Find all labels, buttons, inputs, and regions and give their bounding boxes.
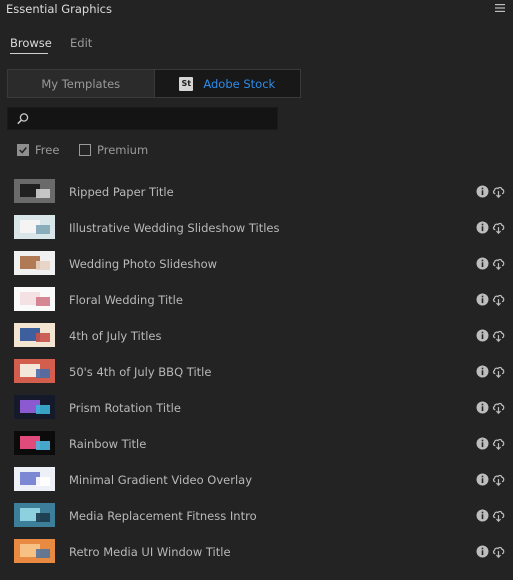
template-thumbnail[interactable] (14, 251, 55, 275)
template-row[interactable]: 50's 4th of July BBQ Title (0, 354, 513, 390)
cloud-download-icon[interactable] (492, 257, 505, 271)
cloud-download-icon[interactable] (492, 509, 505, 523)
filter-free[interactable]: Free (17, 143, 59, 157)
info-icon[interactable] (476, 545, 489, 558)
template-thumbnail[interactable] (14, 431, 55, 455)
template-title[interactable]: Rainbow Title (69, 437, 146, 451)
my-templates-button[interactable]: My Templates (8, 70, 155, 97)
premium-label: Premium (97, 143, 149, 157)
template-title[interactable]: Floral Wedding Title (69, 293, 183, 307)
template-title[interactable]: Media Replacement Fitness Intro (69, 509, 257, 523)
free-checkbox[interactable] (17, 144, 29, 156)
template-thumbnail[interactable] (14, 503, 55, 527)
search-icon (17, 113, 29, 125)
template-thumbnail[interactable] (14, 287, 55, 311)
template-row[interactable]: Media Replacement Fitness Intro (0, 498, 513, 534)
template-row[interactable]: Floral Wedding Title (0, 282, 513, 318)
source-switcher: My Templates St Adobe Stock (7, 69, 301, 98)
template-title[interactable]: Prism Rotation Title (69, 401, 181, 415)
panel-title: Essential Graphics (6, 2, 112, 16)
hamburger-icon[interactable] (494, 2, 506, 14)
template-row[interactable]: Retro Media UI Window Title (0, 534, 513, 570)
info-icon[interactable] (476, 437, 489, 450)
adobe-stock-label: Adobe Stock (203, 76, 276, 91)
checkmark-icon (19, 147, 27, 154)
info-icon[interactable] (476, 365, 489, 378)
template-row[interactable]: Ripped Paper Title (0, 174, 513, 210)
template-title[interactable]: Wedding Photo Slideshow (69, 257, 217, 271)
cloud-download-icon[interactable] (492, 221, 505, 235)
cloud-download-icon[interactable] (492, 545, 505, 559)
adobe-stock-button[interactable]: St Adobe Stock (154, 70, 300, 97)
cloud-download-icon[interactable] (492, 473, 505, 487)
free-label: Free (35, 143, 60, 157)
template-thumbnail[interactable] (14, 323, 55, 347)
filter-premium[interactable]: Premium (79, 143, 148, 157)
adobe-stock-icon: St (179, 76, 194, 91)
template-title[interactable]: Ripped Paper Title (69, 185, 174, 199)
template-title[interactable]: Retro Media UI Window Title (69, 545, 231, 559)
my-templates-label: My Templates (41, 76, 121, 91)
search-field[interactable] (7, 107, 278, 130)
tab-browse[interactable]: Browse (10, 36, 52, 50)
template-row[interactable]: Wedding Photo Slideshow (0, 246, 513, 282)
info-icon[interactable] (476, 401, 489, 414)
template-thumbnail[interactable] (14, 179, 55, 203)
template-thumbnail[interactable] (14, 467, 55, 491)
search-input[interactable] (34, 110, 274, 129)
cloud-download-icon[interactable] (492, 365, 505, 379)
info-icon[interactable] (476, 221, 489, 234)
panel-header: Essential Graphics (0, 0, 513, 20)
template-thumbnail[interactable] (14, 539, 55, 563)
cloud-download-icon[interactable] (492, 437, 505, 451)
template-title[interactable]: Minimal Gradient Video Overlay (69, 473, 252, 487)
template-title[interactable]: 50's 4th of July BBQ Title (69, 365, 211, 379)
template-row[interactable]: Minimal Gradient Video Overlay (0, 462, 513, 498)
info-icon[interactable] (476, 473, 489, 486)
premium-checkbox[interactable] (79, 144, 91, 156)
template-row[interactable]: 4th of July Titles (0, 318, 513, 354)
template-title[interactable]: 4th of July Titles (69, 329, 161, 343)
info-icon[interactable] (476, 257, 489, 270)
info-icon[interactable] (476, 293, 489, 306)
cloud-download-icon[interactable] (492, 293, 505, 307)
template-title[interactable]: Illustrative Wedding Slideshow Titles (69, 221, 279, 235)
template-thumbnail[interactable] (14, 395, 55, 419)
tab-edit[interactable]: Edit (70, 36, 92, 50)
cloud-download-icon[interactable] (492, 185, 505, 199)
template-thumbnail[interactable] (14, 359, 55, 383)
template-row[interactable]: Prism Rotation Title (0, 390, 513, 426)
active-tab-indicator (10, 53, 48, 54)
info-icon[interactable] (476, 509, 489, 522)
info-icon[interactable] (476, 185, 489, 198)
info-icon[interactable] (476, 329, 489, 342)
template-thumbnail[interactable] (14, 215, 55, 239)
template-row[interactable]: Rainbow Title (0, 426, 513, 462)
template-row[interactable]: Illustrative Wedding Slideshow Titles (0, 210, 513, 246)
cloud-download-icon[interactable] (492, 401, 505, 415)
cloud-download-icon[interactable] (492, 329, 505, 343)
